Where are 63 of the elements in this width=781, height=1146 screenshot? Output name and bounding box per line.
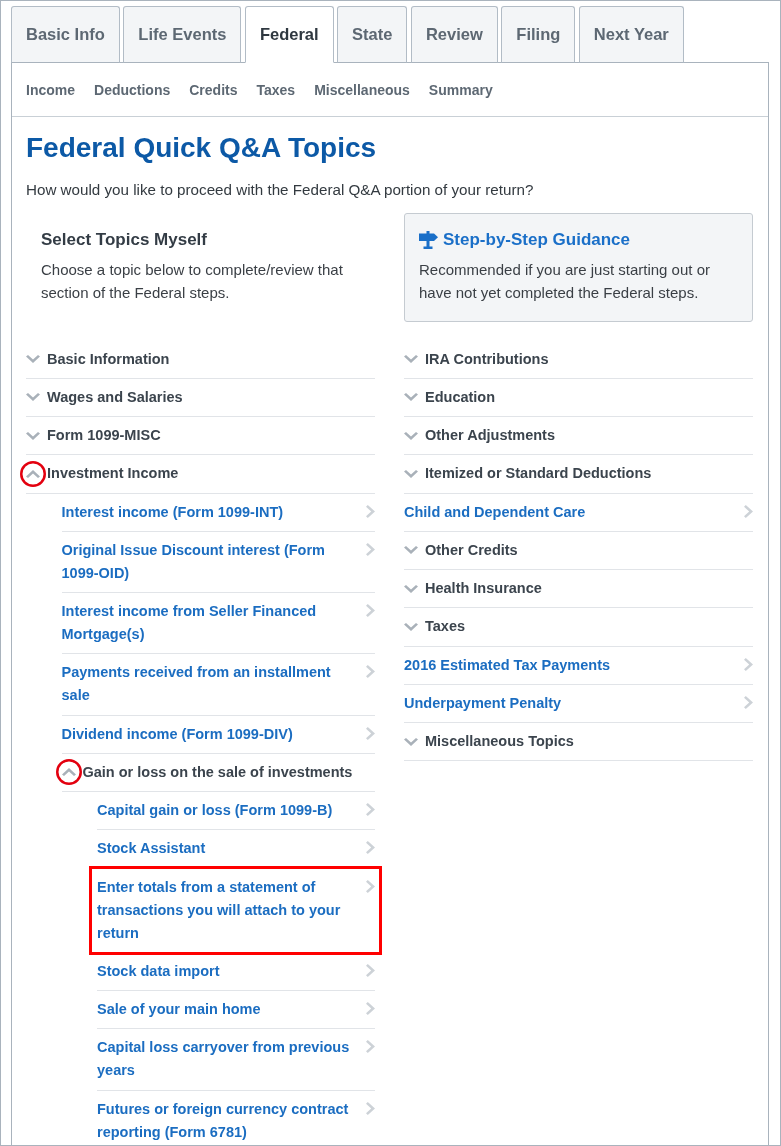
guidance-link[interactable]: Step-by-Step Guidance <box>443 228 631 252</box>
topic-group[interactable]: Form 1099-MISC <box>26 417 375 456</box>
chevron-right-icon <box>366 726 375 740</box>
tab[interactable]: Life Events <box>123 6 242 63</box>
subnav-link[interactable]: Credits <box>189 81 238 98</box>
section-description: Choose a topic below to complete/review that section of the Federal steps. <box>41 259 344 303</box>
subnav-link[interactable]: Deductions <box>94 81 171 98</box>
topic-link[interactable]: Enter totals from a statement of transactions you will attach to your return <box>97 868 375 953</box>
tab[interactable]: State <box>337 6 408 63</box>
topic-link[interactable]: Capital loss carryover from previous years <box>97 1029 375 1091</box>
topic-link[interactable]: Interest income from Seller Financed Mortgage(s) <box>61 593 375 655</box>
topic-link[interactable]: Stock data import <box>97 952 375 991</box>
intro-text: How would you like to proceed with the Federal Q&A portion of your return? <box>26 180 535 200</box>
chevron-right-icon <box>366 803 375 816</box>
signpost-icon <box>419 231 438 249</box>
topic-group[interactable]: IRA Contributions <box>404 340 753 379</box>
tab[interactable]: Review <box>410 6 498 63</box>
topic-group[interactable]: Health Insurance <box>404 570 753 609</box>
topic-link[interactable]: 2016 Estimated Tax Payments <box>404 646 753 685</box>
section-heading: Select Topics Myself <box>41 229 207 251</box>
topic-link[interactable]: Interest income (Form 1099-INT) <box>61 493 375 532</box>
topic-group[interactable]: Miscellaneous Topics <box>404 723 753 762</box>
subnav-link[interactable]: Miscellaneous <box>314 81 410 98</box>
topic-group[interactable]: Investment Income <box>26 455 375 494</box>
topic-link[interactable]: Stock Assistant <box>97 830 375 869</box>
topic-link[interactable]: Futures or foreign currency contract reporting (Form 6781) <box>97 1090 375 1145</box>
chevron-right-icon <box>366 1040 375 1054</box>
tab[interactable]: Filing <box>501 6 576 63</box>
chevron-right-icon <box>744 657 753 671</box>
chevron-right-icon <box>744 695 753 709</box>
chevron-right-icon <box>366 504 375 518</box>
chevron-right-icon <box>366 879 375 893</box>
topic-link[interactable]: Payments received from an installment sale <box>61 654 375 716</box>
chevron-right-icon <box>366 1002 375 1015</box>
guidance-description: Recommended if you are just starting out or have not yet completed the Federal steps. <box>419 259 711 303</box>
topic-group[interactable]: Other Credits <box>404 531 753 570</box>
topic-group[interactable]: Wages and Salaries <box>26 378 375 417</box>
topic-link[interactable]: Capital gain or loss (Form 1099-B) <box>97 792 375 831</box>
tab[interactable]: Next Year <box>578 6 684 63</box>
topic-link[interactable]: Dividend income (Form 1099-DIV) <box>61 715 375 754</box>
chevron-right-icon <box>366 963 375 977</box>
page-title: Federal Quick Q&A Topics <box>26 131 378 165</box>
topic-link[interactable]: Sale of your main home <box>97 991 375 1030</box>
chevron-right-icon <box>366 1101 375 1115</box>
chevron-right-icon <box>366 604 375 617</box>
chevron-right-icon <box>366 665 375 679</box>
topic-group[interactable]: Taxes <box>404 608 753 647</box>
topic-link[interactable]: Child and Dependent Care <box>404 493 753 532</box>
chevron-right-icon <box>744 504 753 518</box>
topic-group[interactable]: Itemized or Standard Deductions <box>404 455 753 494</box>
subnav-link[interactable]: Income <box>26 81 75 98</box>
tab[interactable]: Federal <box>244 6 334 63</box>
subnav-link[interactable]: Summary <box>428 81 493 98</box>
topic-group[interactable]: Other Adjustments <box>404 417 753 456</box>
chevron-right-icon <box>366 542 375 556</box>
subnav-link[interactable]: Taxes <box>256 81 296 98</box>
topic-group[interactable]: Gain or loss on the sale of investments <box>61 753 375 792</box>
topic-link[interactable]: Original Issue Discount interest (Form 1099-OID) <box>61 531 375 593</box>
tab[interactable]: Basic Info <box>11 6 120 63</box>
topic-group[interactable]: Education <box>404 378 753 417</box>
topic-group[interactable]: Basic Information <box>26 340 375 379</box>
topic-link[interactable]: Underpayment Penalty <box>404 684 753 723</box>
chevron-right-icon <box>366 841 375 855</box>
